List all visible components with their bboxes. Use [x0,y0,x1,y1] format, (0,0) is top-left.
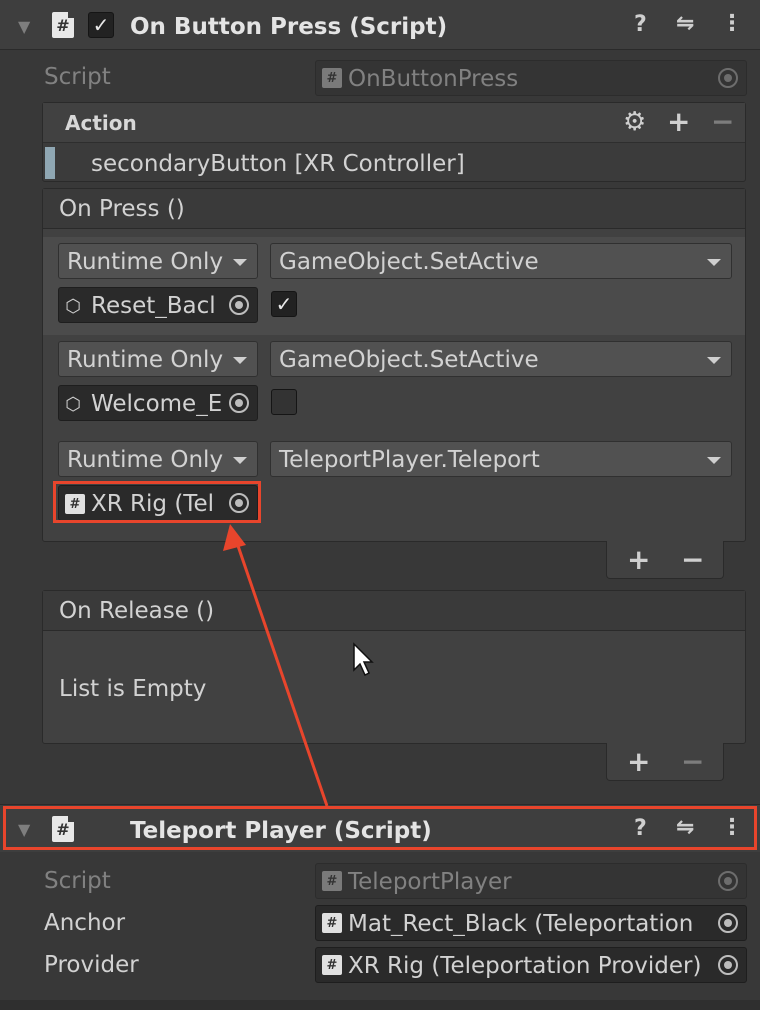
provider-value: XR Rig (Teleportation Provider) [348,955,702,978]
anchor-field[interactable]: # Mat_Rect_Black (Teleportation [315,905,747,941]
script-file-icon: # [322,913,342,933]
hash-glyph: # [326,915,338,931]
hash-glyph: # [326,957,338,973]
script-field: # TeleportPlayer [315,863,747,899]
anchor-value: Mat_Rect_Black (Teleportation [348,913,694,936]
highlight-arrow [223,524,329,807]
script-label: Script [44,868,111,894]
hash-glyph: # [326,873,338,889]
object-picker-icon[interactable] [718,913,738,933]
anchor-label: Anchor [44,910,126,936]
object-picker-icon[interactable] [718,955,738,975]
script-value: TeleportPlayer [348,869,512,895]
bottom-divider [0,1000,760,1010]
provider-field[interactable]: # XR Rig (Teleportation Provider) [315,947,747,983]
script-file-icon: # [322,955,342,975]
provider-label: Provider [44,952,139,978]
object-picker-icon [718,871,738,891]
script-file-icon: # [322,871,342,891]
